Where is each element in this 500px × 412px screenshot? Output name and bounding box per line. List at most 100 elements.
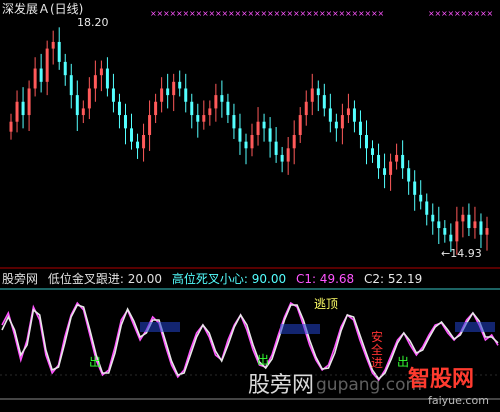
candle-body [419, 194, 423, 202]
candle-body [425, 201, 429, 215]
candle-body [214, 95, 218, 109]
candle-body [407, 168, 411, 182]
candle-body [298, 115, 302, 135]
signal-exit-2: 出 [257, 353, 270, 367]
chart-svg: × × × × × × × × × × × × × × × × × × × × × × × × × × × × × × × × × × × × × × × ×… [0, 9, 500, 400]
candle-body [304, 101, 308, 116]
candle-body [340, 115, 344, 129]
candle-body [69, 75, 73, 96]
signal-exit-1: 出 [89, 355, 102, 369]
candle-body [63, 61, 67, 76]
candle-body [75, 95, 79, 116]
candle-body [286, 148, 290, 162]
signal-escape-top: 逃顶 [314, 297, 339, 311]
candle-body [479, 221, 483, 235]
candle-body [130, 128, 134, 142]
candle-body [485, 228, 489, 235]
candle-body [21, 101, 25, 116]
chart-title: 深发展Ａ(日线) [2, 2, 84, 16]
candle-body [346, 108, 350, 116]
candle-body [389, 161, 393, 175]
candle-body [39, 68, 43, 82]
candle-body [202, 115, 206, 122]
signal-safe-entry: 安全进 [371, 330, 384, 370]
candle-body [310, 88, 314, 102]
candle-body [136, 141, 140, 149]
candle-body [352, 108, 356, 122]
candle-body [383, 168, 387, 175]
high-price-label: 18.20 [77, 16, 109, 29]
top-marker: × [378, 9, 385, 18]
candle-body [111, 88, 115, 102]
indicator-legend: 股旁网 低位金叉跟进: 20.00 高位死叉小心: 90.00 C1: 49.6… [2, 272, 428, 286]
legend-c2: C2: 52.19 [364, 272, 423, 286]
candle-body [160, 88, 164, 102]
low-price-label: ←14.93 [441, 247, 482, 260]
candle-body [358, 121, 362, 135]
candle-body [15, 101, 19, 122]
candle-body [105, 68, 109, 89]
candle-body [395, 154, 399, 162]
candle-body [99, 68, 103, 76]
candle-body [334, 121, 338, 129]
candle-body [292, 135, 296, 149]
candle-body [166, 88, 170, 96]
legend-site: 股旁网 [2, 272, 39, 286]
chart-canvas: { "header": { "title": "深发展Ａ(日线)" }, "ch… [0, 0, 500, 412]
candle-body [190, 101, 194, 116]
cross-zone-1 [280, 324, 320, 334]
candle-body [123, 115, 127, 129]
watermark-url: gupang.com [316, 375, 423, 395]
candle-body [437, 221, 441, 229]
candle-body [413, 181, 417, 195]
candle-body [208, 108, 212, 116]
candle-body [45, 48, 49, 82]
candle-body [154, 101, 158, 116]
candle-body [322, 95, 326, 109]
cross-zone-2 [455, 322, 495, 332]
candle-body [9, 121, 13, 132]
candle-body [256, 121, 260, 135]
candle-body [27, 88, 31, 116]
candle-body [316, 88, 320, 96]
candle-body [401, 154, 405, 169]
watermark-text: 股旁网 [248, 373, 315, 398]
candle-body [268, 128, 272, 142]
candle-body [461, 214, 465, 222]
site-logo: 智股网 [408, 367, 475, 392]
candle-body [172, 81, 176, 96]
candle-body [33, 68, 37, 89]
candle-body [184, 88, 188, 102]
candle-body [473, 221, 477, 229]
candle-body [244, 141, 248, 149]
candle-body [142, 135, 146, 149]
candle-body [232, 115, 236, 129]
candle-body [51, 41, 55, 49]
candle-body [178, 81, 182, 89]
candle-body [81, 108, 85, 116]
site-logo-url: faiyue.com [428, 394, 489, 407]
legend-golden-cross: 低位金叉跟进: 20.00 [47, 272, 163, 286]
candle-body [377, 154, 381, 169]
candle-body [431, 214, 435, 222]
candle-body [220, 95, 224, 102]
candle-body [328, 108, 332, 122]
candle-body [250, 135, 254, 149]
candle-body [57, 41, 61, 62]
candle-body [196, 115, 200, 122]
candle-body [226, 101, 230, 116]
legend-death-cross: 高位死叉小心: 90.00 [171, 272, 287, 286]
candle-body [87, 88, 91, 109]
candle-body [148, 115, 152, 135]
candle-body [238, 128, 242, 142]
legend-c1: C1: 49.68 [295, 272, 355, 286]
candle-body [274, 141, 278, 155]
candle-body [449, 234, 453, 242]
candle-body [262, 121, 266, 129]
candle-body [455, 221, 459, 242]
cross-zone-0 [140, 322, 180, 332]
candle-body [364, 135, 368, 149]
candle-body [93, 75, 97, 89]
candle-body [280, 154, 284, 162]
candle-body [371, 148, 375, 155]
